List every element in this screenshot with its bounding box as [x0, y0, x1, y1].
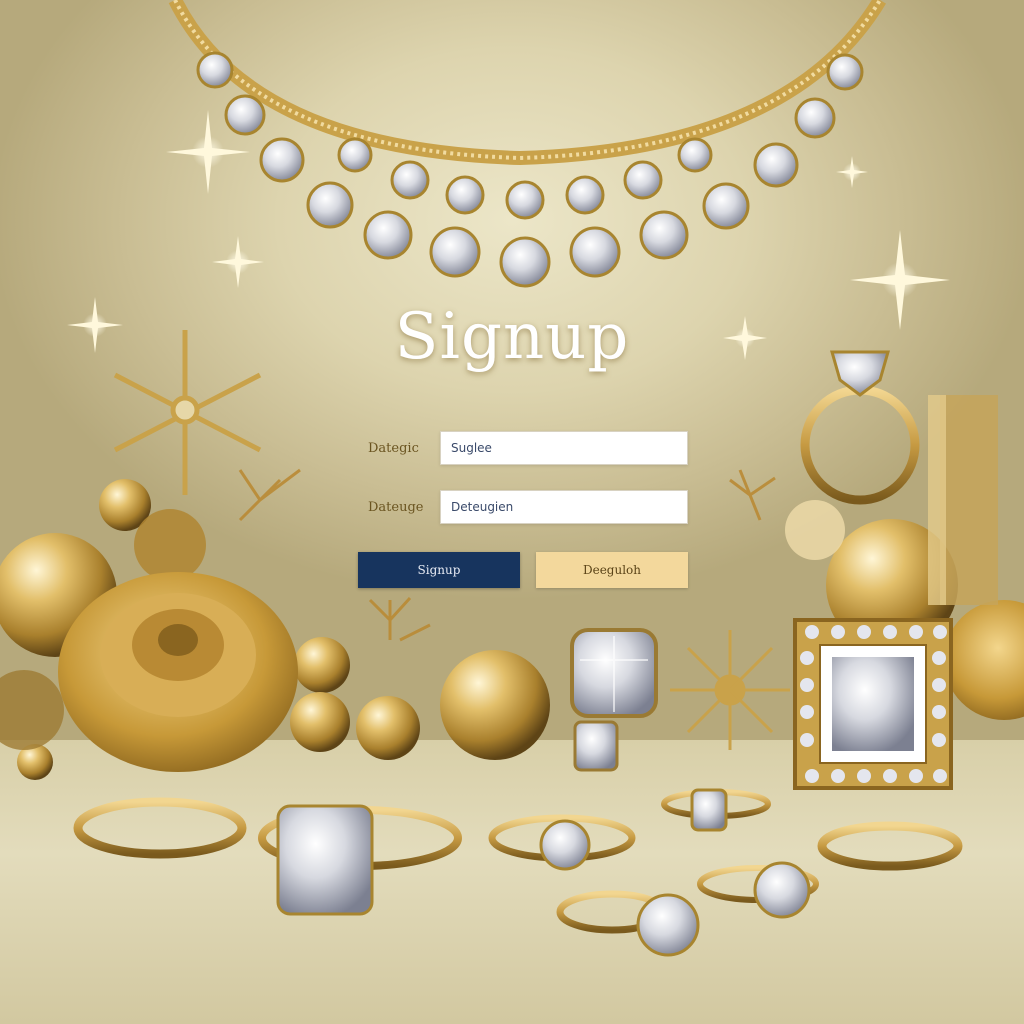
page-title: Signup [394, 300, 630, 374]
necklace-icon [168, 0, 887, 288]
ring-icon [73, 789, 963, 934]
field1-label: Dategic [368, 441, 419, 456]
jewelry-background: Signup Dategic Dateuge Signup Deeguloh [0, 0, 1024, 1024]
field2-label: Dateuge [368, 500, 424, 515]
signup-button[interactable]: Signup [358, 552, 520, 588]
rose-icon [58, 572, 298, 772]
ring-icon [800, 350, 920, 505]
field1-input[interactable] [440, 431, 688, 465]
field2-input[interactable] [440, 490, 688, 524]
gem-icon [793, 618, 953, 790]
secondary-button[interactable]: Deeguloh [536, 552, 688, 588]
gem-icon [570, 628, 658, 772]
